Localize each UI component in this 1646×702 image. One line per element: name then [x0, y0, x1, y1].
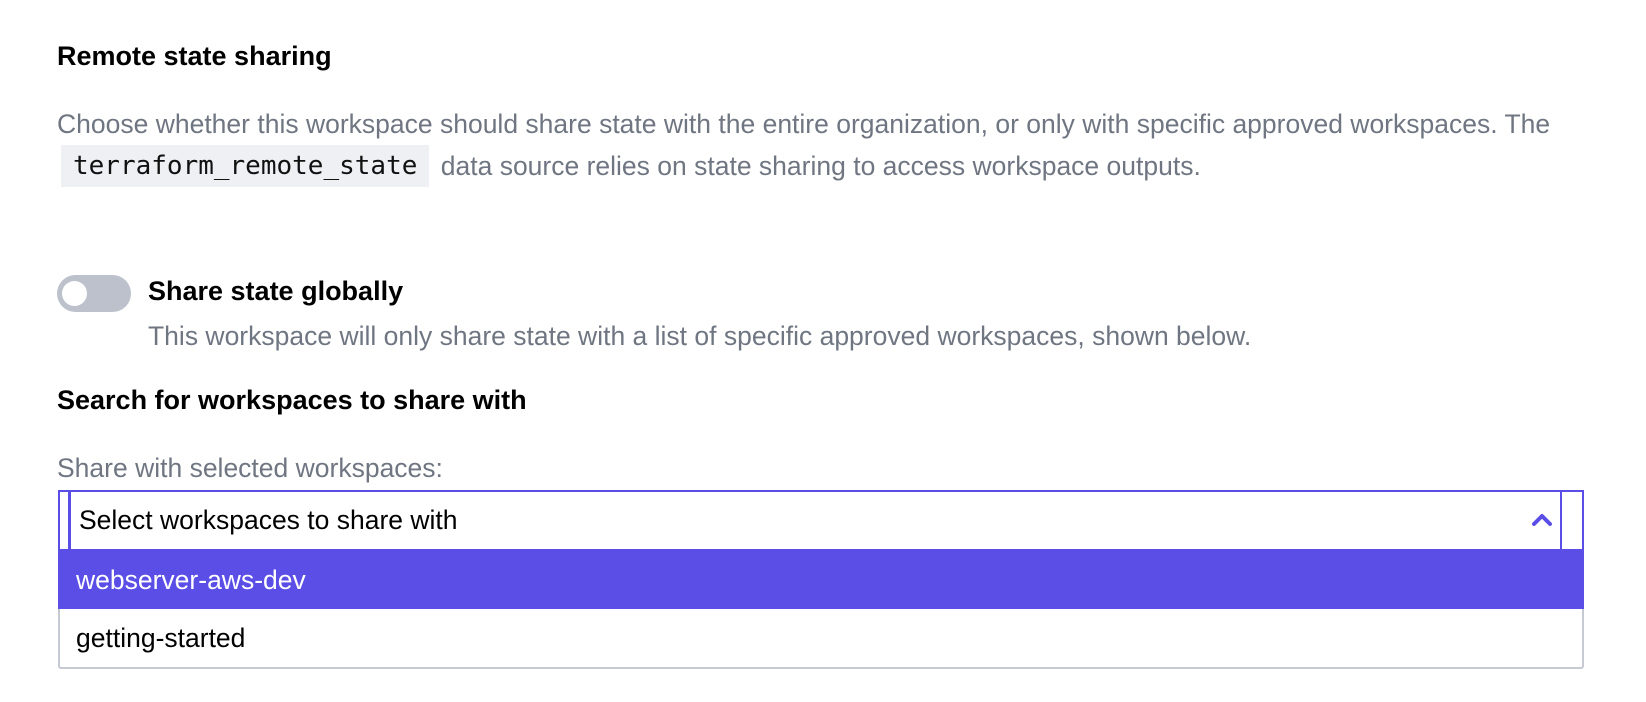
workspace-options-list: webserver-aws-dev getting-started: [58, 551, 1584, 669]
section-description: Choose whether this workspace should sha…: [57, 103, 1617, 187]
share-globally-label: Share state globally: [148, 276, 404, 306]
workspace-option[interactable]: webserver-aws-dev: [58, 551, 1584, 609]
workspace-select: Select workspaces to share with webserve…: [58, 490, 1584, 670]
select-control: Select workspaces to share with: [58, 490, 1584, 551]
chevron-up-icon: [1532, 514, 1552, 526]
workspace-search-input[interactable]: Select workspaces to share with: [68, 492, 1562, 549]
code-snippet: terraform_remote_state: [61, 145, 430, 187]
share-globally-help-text: This workspace will only share state wit…: [148, 321, 1252, 351]
toggle-knob: [62, 281, 87, 306]
workspace-option[interactable]: getting-started: [60, 609, 1582, 667]
description-text: Choose whether this workspace should sha…: [57, 109, 1551, 139]
workspaces-field-label: Share with selected workspaces:: [57, 453, 443, 483]
dropdown-toggle-button[interactable]: [1504, 492, 1582, 549]
search-section-title: Search for workspaces to share with: [57, 385, 527, 415]
description-text-continued: data source relies on state sharing to a…: [440, 151, 1201, 181]
share-globally-toggle[interactable]: [57, 275, 131, 312]
section-title: Remote state sharing: [57, 41, 332, 71]
